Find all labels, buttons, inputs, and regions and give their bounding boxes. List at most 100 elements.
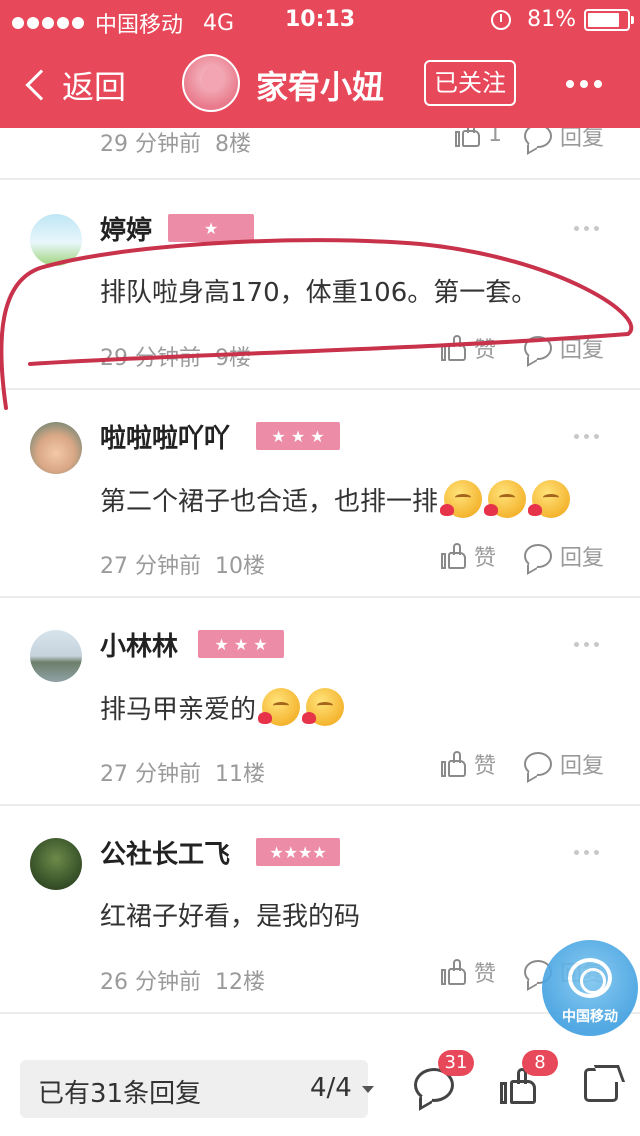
like-button[interactable]: 赞 [440,748,496,780]
comment-meta: 29 分钟前 8楼 [100,128,251,158]
like-label: 赞 [474,962,497,987]
battery-percent: 81% [527,7,576,32]
comment-icon [524,336,552,360]
level-badge: ★ ★ ★ [256,422,340,450]
thumbs-up-icon [440,334,468,362]
comment-time: 27 分钟前 [100,554,201,579]
reply-label: 回复 [560,128,605,151]
nav-bar: 返回 家宥小妞 已关注 [0,40,640,128]
comment-floor: 12楼 [215,970,265,995]
like-button[interactable]: 赞 [440,540,496,572]
comment-body: 排马甲亲爱的 [100,694,257,725]
bottom-bar: 已有31条回复 4/4 31 8 [0,1040,640,1136]
page-title: 家宥小妞 [256,68,385,106]
level-badge: ★ [168,214,254,242]
thumbs-up-icon [440,958,468,986]
like-button[interactable]: 赞 [440,956,496,988]
more-icon[interactable] [574,226,604,231]
reply-button[interactable]: 回复 [524,128,604,152]
reply-summary-button[interactable]: 已有31条回复 4/4 [20,1060,374,1118]
avatar[interactable] [30,838,82,890]
like-label: 赞 [474,754,497,779]
thumbs-up-icon [440,542,468,570]
comment-floor: 9楼 [215,346,251,371]
blush-emoji-icon [258,688,301,726]
more-icon[interactable] [574,850,604,855]
like-count-badge: 8 [522,1050,558,1076]
list-item: 29 分钟前 8楼 1 回复 [0,128,640,180]
reply-button[interactable]: 回复 [524,332,604,364]
blush-emoji-icon [484,480,527,518]
comment-meta: 29 分钟前 9楼 [100,340,251,372]
comment-meta: 27 分钟前 10楼 [100,548,265,580]
alarm-icon [491,9,512,30]
comment-text: 红裙子好看，是我的码 [100,896,360,933]
avatar[interactable] [182,54,240,112]
comment-floor: 8楼 [215,132,251,157]
reply-button[interactable]: 回复 [524,540,604,572]
reply-label: 回复 [560,338,605,363]
reply-button[interactable]: 回复 [524,748,604,780]
comment-icon [524,128,552,148]
back-button[interactable]: 返回 [22,62,126,108]
comment-meta: 26 分钟前 12楼 [100,964,265,996]
blush-emoji-icon [302,688,345,726]
battery-icon [584,8,634,31]
more-icon[interactable] [574,642,604,647]
comment-icon [524,752,552,776]
more-icon[interactable] [566,80,608,88]
reply-label: 回复 [560,546,605,571]
like-count: 1 [488,128,502,147]
comment-time: 26 分钟前 [100,970,201,995]
username[interactable]: 啦啦啦吖吖 [100,418,230,455]
thumbs-up-icon [440,750,468,778]
float-label: 中国移动 [562,1009,618,1025]
avatar[interactable] [30,422,82,474]
username[interactable]: 小林林 [100,626,178,663]
comment-text: 排队啦身高170，体重106。第一套。 [100,272,537,309]
china-mobile-logo-icon [568,958,612,998]
comment-time: 27 分钟前 [100,762,201,787]
lotus-icon [202,66,222,92]
username[interactable]: 公社长工飞 [100,834,230,871]
list-item: 婷婷 ★ 排队啦身高170，体重106。第一套。 29 分钟前 9楼 赞 回复 [0,182,640,390]
like-label: 赞 [474,338,497,363]
comment-meta: 27 分钟前 11楼 [100,756,265,788]
header: 中国移动 4G 10:13 81% 返回 家宥小妞 已关注 [0,0,640,128]
page-indicator: 4/4 [310,1073,352,1103]
back-label: 返回 [62,68,127,106]
comment-floor: 11楼 [215,762,265,787]
more-icon[interactable] [574,434,604,439]
like-label: 赞 [474,546,497,571]
share-icon[interactable] [584,1068,618,1102]
caret-down-icon [362,1086,374,1093]
comment-text: 第二个裙子也合适，也排一排 [100,480,571,518]
blush-emoji-icon [440,480,483,518]
level-badge: ★★★★ [256,838,340,866]
chevron-left-icon [25,69,57,101]
avatar[interactable] [30,214,82,266]
comment-feed[interactable]: 29 分钟前 8楼 1 回复 婷婷 ★ 排队啦身高170，体重106。第一套。 … [0,128,640,1040]
follow-button[interactable]: 已关注 [424,60,516,106]
comment-icon [524,544,552,568]
comment-text: 排马甲亲爱的 [100,688,345,726]
like-button[interactable]: 1 [454,128,502,148]
battery-level [588,12,619,27]
list-item: 啦啦啦吖吖 ★ ★ ★ 第二个裙子也合适，也排一排 27 分钟前 10楼 赞 回… [0,390,640,598]
comment-body: 第二个裙子也合适，也排一排 [100,486,439,517]
carrier-float-button[interactable]: 中国移动 [542,940,638,1036]
comment-count-badge: 31 [438,1050,474,1076]
comment-floor: 10楼 [215,554,265,579]
blush-emoji-icon [528,480,571,518]
level-badge: ★ ★ ★ [198,630,284,658]
status-bar: 中国移动 4G 10:13 81% [0,0,640,40]
list-item: 小林林 ★ ★ ★ 排马甲亲爱的 27 分钟前 11楼 赞 回复 [0,598,640,806]
thumbs-up-icon [454,128,482,148]
like-button[interactable]: 赞 [440,332,496,364]
avatar[interactable] [30,630,82,682]
username[interactable]: 婷婷 [100,210,152,247]
reply-label: 回复 [560,754,605,779]
comment-body: 排队啦身高170，体重106。第一套。 [100,278,538,308]
comment-time: 29 分钟前 [100,132,201,157]
comment-time: 29 分钟前 [100,346,201,371]
